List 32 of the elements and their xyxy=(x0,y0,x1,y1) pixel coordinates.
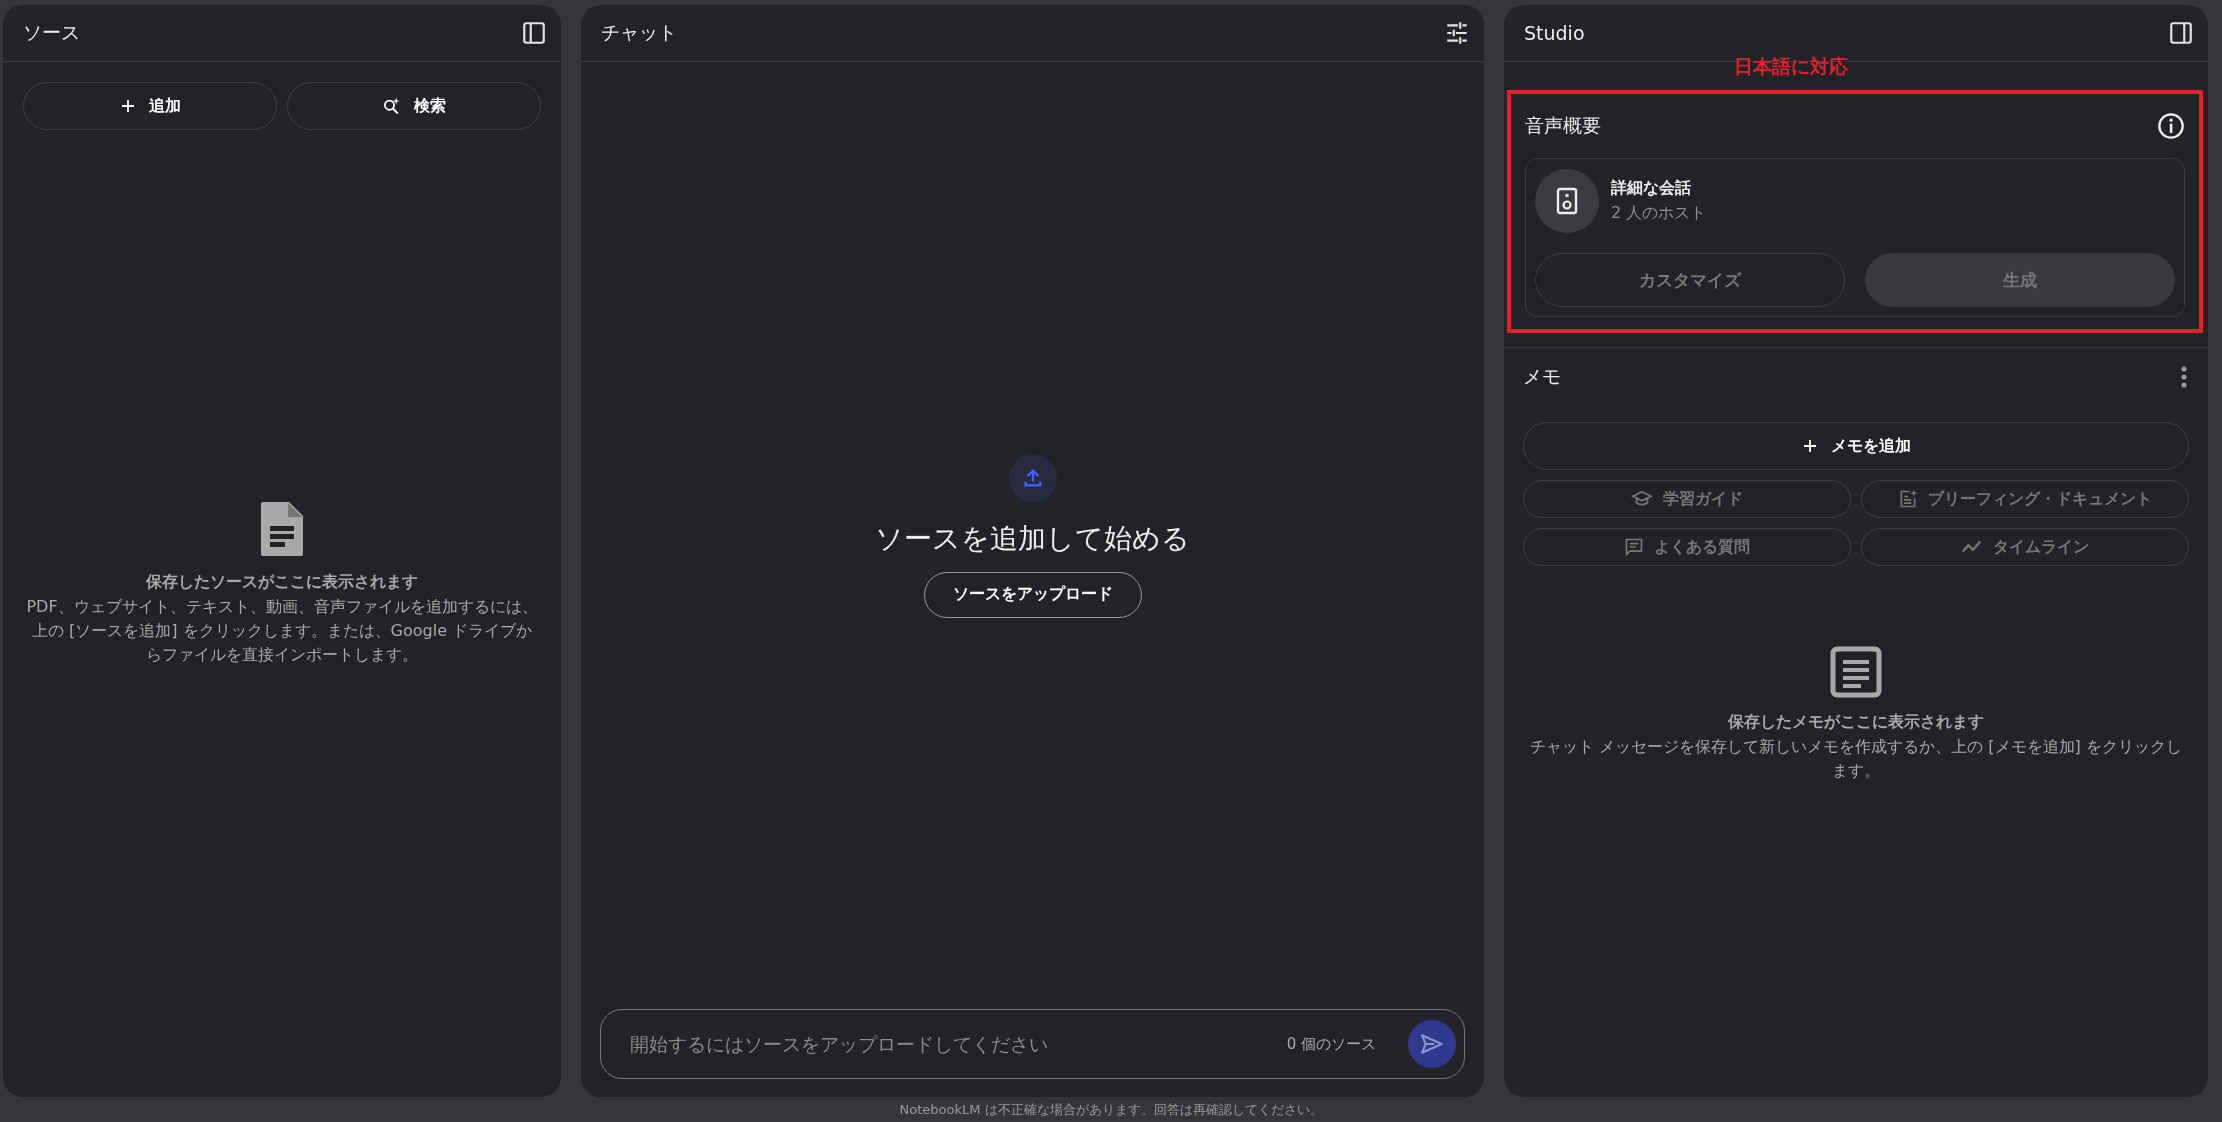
panel-title: チャット xyxy=(601,20,677,45)
empty-state-title: 保存したソースがここに表示されます xyxy=(146,572,418,593)
panel-title: Studio xyxy=(1524,22,1585,44)
section-title: 音声概要 xyxy=(1525,113,1601,138)
chat-heading: ソースを追加して始める xyxy=(875,520,1190,557)
sidebar-toggle-icon[interactable] xyxy=(2168,20,2194,46)
note-icon xyxy=(1830,646,1882,698)
document-icon xyxy=(259,500,305,558)
audio-title: 詳細な会話 xyxy=(1611,178,1692,199)
sliders-icon[interactable] xyxy=(1444,20,1470,46)
plus-icon xyxy=(119,97,137,115)
empty-state-text: チャット メッセージを保存して新しいメモを作成するか、上の [メモを追加] をクリックします。 xyxy=(1529,736,2183,782)
chat-composer[interactable]: 開始するにはソースをアップロードしてください 0 個のソース xyxy=(600,1009,1465,1079)
chat-input-field[interactable]: 開始するにはソースをアップロードしてください xyxy=(628,1032,1275,1056)
section-title: メモ xyxy=(1523,364,1561,389)
chat-bubble-icon xyxy=(1624,537,1644,557)
annotation-label: 日本語に対応 xyxy=(1734,54,1848,79)
plus-icon xyxy=(1801,437,1819,455)
send-icon xyxy=(1419,1031,1445,1057)
document-sparkle-icon xyxy=(1898,489,1918,509)
empty-state-title: 保存したメモがここに表示されます xyxy=(1728,712,1984,733)
upload-icon xyxy=(1021,466,1044,489)
empty-state-text: PDF、ウェブサイト、テキスト、動画、音声ファイルを追加するには、上の [ソースを追加] をクリックします。または、Google ドライブからファイルを直接インポートします。 xyxy=(25,596,539,666)
source-count: 0 個のソース xyxy=(1286,1034,1376,1054)
more-options-icon[interactable] xyxy=(2180,365,2188,389)
panel-title: ソース xyxy=(23,20,80,45)
info-icon[interactable] xyxy=(2157,112,2185,140)
trend-line-icon xyxy=(1961,539,1983,555)
audio-subtitle: 2 人のホスト xyxy=(1611,203,1707,224)
speaker-icon xyxy=(1556,187,1578,215)
disclaimer-text: NotebookLM は不正確な場合があります。回答は再確認してください。 xyxy=(898,1101,1324,1119)
sidebar-toggle-icon[interactable] xyxy=(521,20,547,46)
